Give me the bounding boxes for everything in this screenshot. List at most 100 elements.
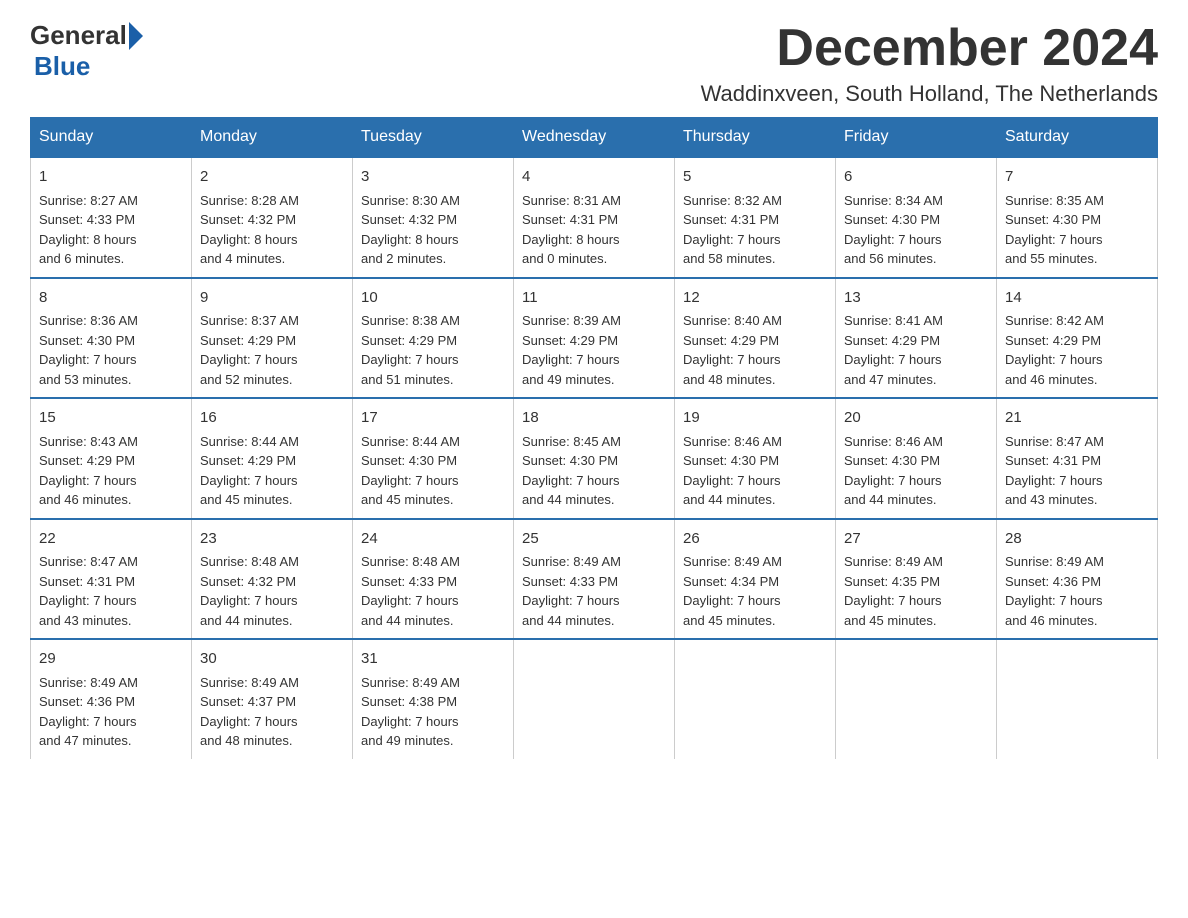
- day-daylight: Daylight: 7 hoursand 44 minutes.: [522, 593, 620, 628]
- day-sunset: Sunset: 4:29 PM: [200, 333, 296, 348]
- day-number: 2: [200, 166, 344, 189]
- day-sunset: Sunset: 4:30 PM: [361, 453, 457, 468]
- calendar-cell: [675, 639, 836, 759]
- day-daylight: Daylight: 7 hoursand 51 minutes.: [361, 352, 459, 387]
- day-sunset: Sunset: 4:29 PM: [522, 333, 618, 348]
- day-sunrise: Sunrise: 8:49 AM: [200, 675, 299, 690]
- day-sunrise: Sunrise: 8:44 AM: [200, 434, 299, 449]
- day-sunset: Sunset: 4:30 PM: [683, 453, 779, 468]
- day-sunrise: Sunrise: 8:31 AM: [522, 193, 621, 208]
- calendar-cell: 31 Sunrise: 8:49 AM Sunset: 4:38 PM Dayl…: [353, 639, 514, 759]
- day-sunset: Sunset: 4:31 PM: [1005, 453, 1101, 468]
- calendar-cell: 22 Sunrise: 8:47 AM Sunset: 4:31 PM Dayl…: [31, 519, 192, 640]
- day-daylight: Daylight: 7 hoursand 55 minutes.: [1005, 232, 1103, 267]
- logo: General Blue: [30, 20, 143, 82]
- day-daylight: Daylight: 7 hoursand 52 minutes.: [200, 352, 298, 387]
- day-sunset: Sunset: 4:35 PM: [844, 574, 940, 589]
- day-sunrise: Sunrise: 8:41 AM: [844, 313, 943, 328]
- day-number: 21: [1005, 407, 1149, 430]
- day-number: 15: [39, 407, 183, 430]
- header-friday: Friday: [836, 118, 997, 158]
- day-sunset: Sunset: 4:31 PM: [39, 574, 135, 589]
- day-number: 17: [361, 407, 505, 430]
- day-number: 3: [361, 166, 505, 189]
- day-daylight: Daylight: 7 hoursand 45 minutes.: [683, 593, 781, 628]
- page-header: General Blue December 2024 Waddinxveen, …: [30, 20, 1158, 107]
- day-daylight: Daylight: 7 hoursand 45 minutes.: [361, 473, 459, 508]
- day-daylight: Daylight: 7 hoursand 44 minutes.: [522, 473, 620, 508]
- day-daylight: Daylight: 7 hoursand 48 minutes.: [683, 352, 781, 387]
- day-number: 14: [1005, 287, 1149, 310]
- day-sunrise: Sunrise: 8:46 AM: [683, 434, 782, 449]
- day-number: 20: [844, 407, 988, 430]
- day-daylight: Daylight: 7 hoursand 45 minutes.: [844, 593, 942, 628]
- day-sunset: Sunset: 4:33 PM: [361, 574, 457, 589]
- day-sunrise: Sunrise: 8:30 AM: [361, 193, 460, 208]
- week-row-2: 8 Sunrise: 8:36 AM Sunset: 4:30 PM Dayli…: [31, 278, 1158, 399]
- day-sunrise: Sunrise: 8:36 AM: [39, 313, 138, 328]
- calendar-cell: 29 Sunrise: 8:49 AM Sunset: 4:36 PM Dayl…: [31, 639, 192, 759]
- calendar-cell: 8 Sunrise: 8:36 AM Sunset: 4:30 PM Dayli…: [31, 278, 192, 399]
- calendar-cell: 7 Sunrise: 8:35 AM Sunset: 4:30 PM Dayli…: [997, 157, 1158, 278]
- calendar-cell: 10 Sunrise: 8:38 AM Sunset: 4:29 PM Dayl…: [353, 278, 514, 399]
- day-number: 25: [522, 528, 666, 551]
- day-number: 24: [361, 528, 505, 551]
- day-sunset: Sunset: 4:34 PM: [683, 574, 779, 589]
- day-number: 8: [39, 287, 183, 310]
- day-number: 18: [522, 407, 666, 430]
- day-daylight: Daylight: 7 hoursand 44 minutes.: [200, 593, 298, 628]
- calendar-cell: 9 Sunrise: 8:37 AM Sunset: 4:29 PM Dayli…: [192, 278, 353, 399]
- day-sunrise: Sunrise: 8:39 AM: [522, 313, 621, 328]
- day-daylight: Daylight: 7 hoursand 46 minutes.: [1005, 352, 1103, 387]
- day-sunset: Sunset: 4:30 PM: [1005, 212, 1101, 227]
- calendar-cell: 14 Sunrise: 8:42 AM Sunset: 4:29 PM Dayl…: [997, 278, 1158, 399]
- day-sunset: Sunset: 4:30 PM: [522, 453, 618, 468]
- day-number: 30: [200, 648, 344, 671]
- calendar-cell: [836, 639, 997, 759]
- day-daylight: Daylight: 7 hoursand 58 minutes.: [683, 232, 781, 267]
- day-sunrise: Sunrise: 8:49 AM: [844, 554, 943, 569]
- day-sunset: Sunset: 4:31 PM: [522, 212, 618, 227]
- calendar-header-row: SundayMondayTuesdayWednesdayThursdayFrid…: [31, 118, 1158, 158]
- day-sunset: Sunset: 4:29 PM: [39, 453, 135, 468]
- day-sunset: Sunset: 4:38 PM: [361, 694, 457, 709]
- day-daylight: Daylight: 7 hoursand 44 minutes.: [844, 473, 942, 508]
- calendar-cell: 4 Sunrise: 8:31 AM Sunset: 4:31 PM Dayli…: [514, 157, 675, 278]
- calendar-cell: 27 Sunrise: 8:49 AM Sunset: 4:35 PM Dayl…: [836, 519, 997, 640]
- day-number: 13: [844, 287, 988, 310]
- header-tuesday: Tuesday: [353, 118, 514, 158]
- day-sunset: Sunset: 4:36 PM: [1005, 574, 1101, 589]
- day-sunset: Sunset: 4:30 PM: [844, 453, 940, 468]
- header-thursday: Thursday: [675, 118, 836, 158]
- day-sunrise: Sunrise: 8:34 AM: [844, 193, 943, 208]
- day-number: 22: [39, 528, 183, 551]
- day-sunrise: Sunrise: 8:43 AM: [39, 434, 138, 449]
- day-sunrise: Sunrise: 8:49 AM: [39, 675, 138, 690]
- month-title: December 2024: [701, 20, 1158, 77]
- day-number: 31: [361, 648, 505, 671]
- day-daylight: Daylight: 7 hoursand 49 minutes.: [522, 352, 620, 387]
- day-sunrise: Sunrise: 8:49 AM: [361, 675, 460, 690]
- day-sunrise: Sunrise: 8:35 AM: [1005, 193, 1104, 208]
- header-saturday: Saturday: [997, 118, 1158, 158]
- day-number: 19: [683, 407, 827, 430]
- day-daylight: Daylight: 8 hoursand 0 minutes.: [522, 232, 620, 267]
- day-sunset: Sunset: 4:33 PM: [39, 212, 135, 227]
- day-number: 26: [683, 528, 827, 551]
- day-sunset: Sunset: 4:30 PM: [844, 212, 940, 227]
- day-sunrise: Sunrise: 8:48 AM: [200, 554, 299, 569]
- header-monday: Monday: [192, 118, 353, 158]
- day-sunrise: Sunrise: 8:49 AM: [1005, 554, 1104, 569]
- day-sunrise: Sunrise: 8:49 AM: [683, 554, 782, 569]
- day-sunrise: Sunrise: 8:47 AM: [1005, 434, 1104, 449]
- day-sunrise: Sunrise: 8:48 AM: [361, 554, 460, 569]
- day-sunset: Sunset: 4:30 PM: [39, 333, 135, 348]
- day-number: 10: [361, 287, 505, 310]
- calendar-cell: 20 Sunrise: 8:46 AM Sunset: 4:30 PM Dayl…: [836, 398, 997, 519]
- day-number: 5: [683, 166, 827, 189]
- logo-blue-text: Blue: [34, 51, 90, 82]
- logo-general-text: General: [30, 20, 127, 51]
- day-sunset: Sunset: 4:31 PM: [683, 212, 779, 227]
- day-number: 12: [683, 287, 827, 310]
- day-daylight: Daylight: 8 hoursand 2 minutes.: [361, 232, 459, 267]
